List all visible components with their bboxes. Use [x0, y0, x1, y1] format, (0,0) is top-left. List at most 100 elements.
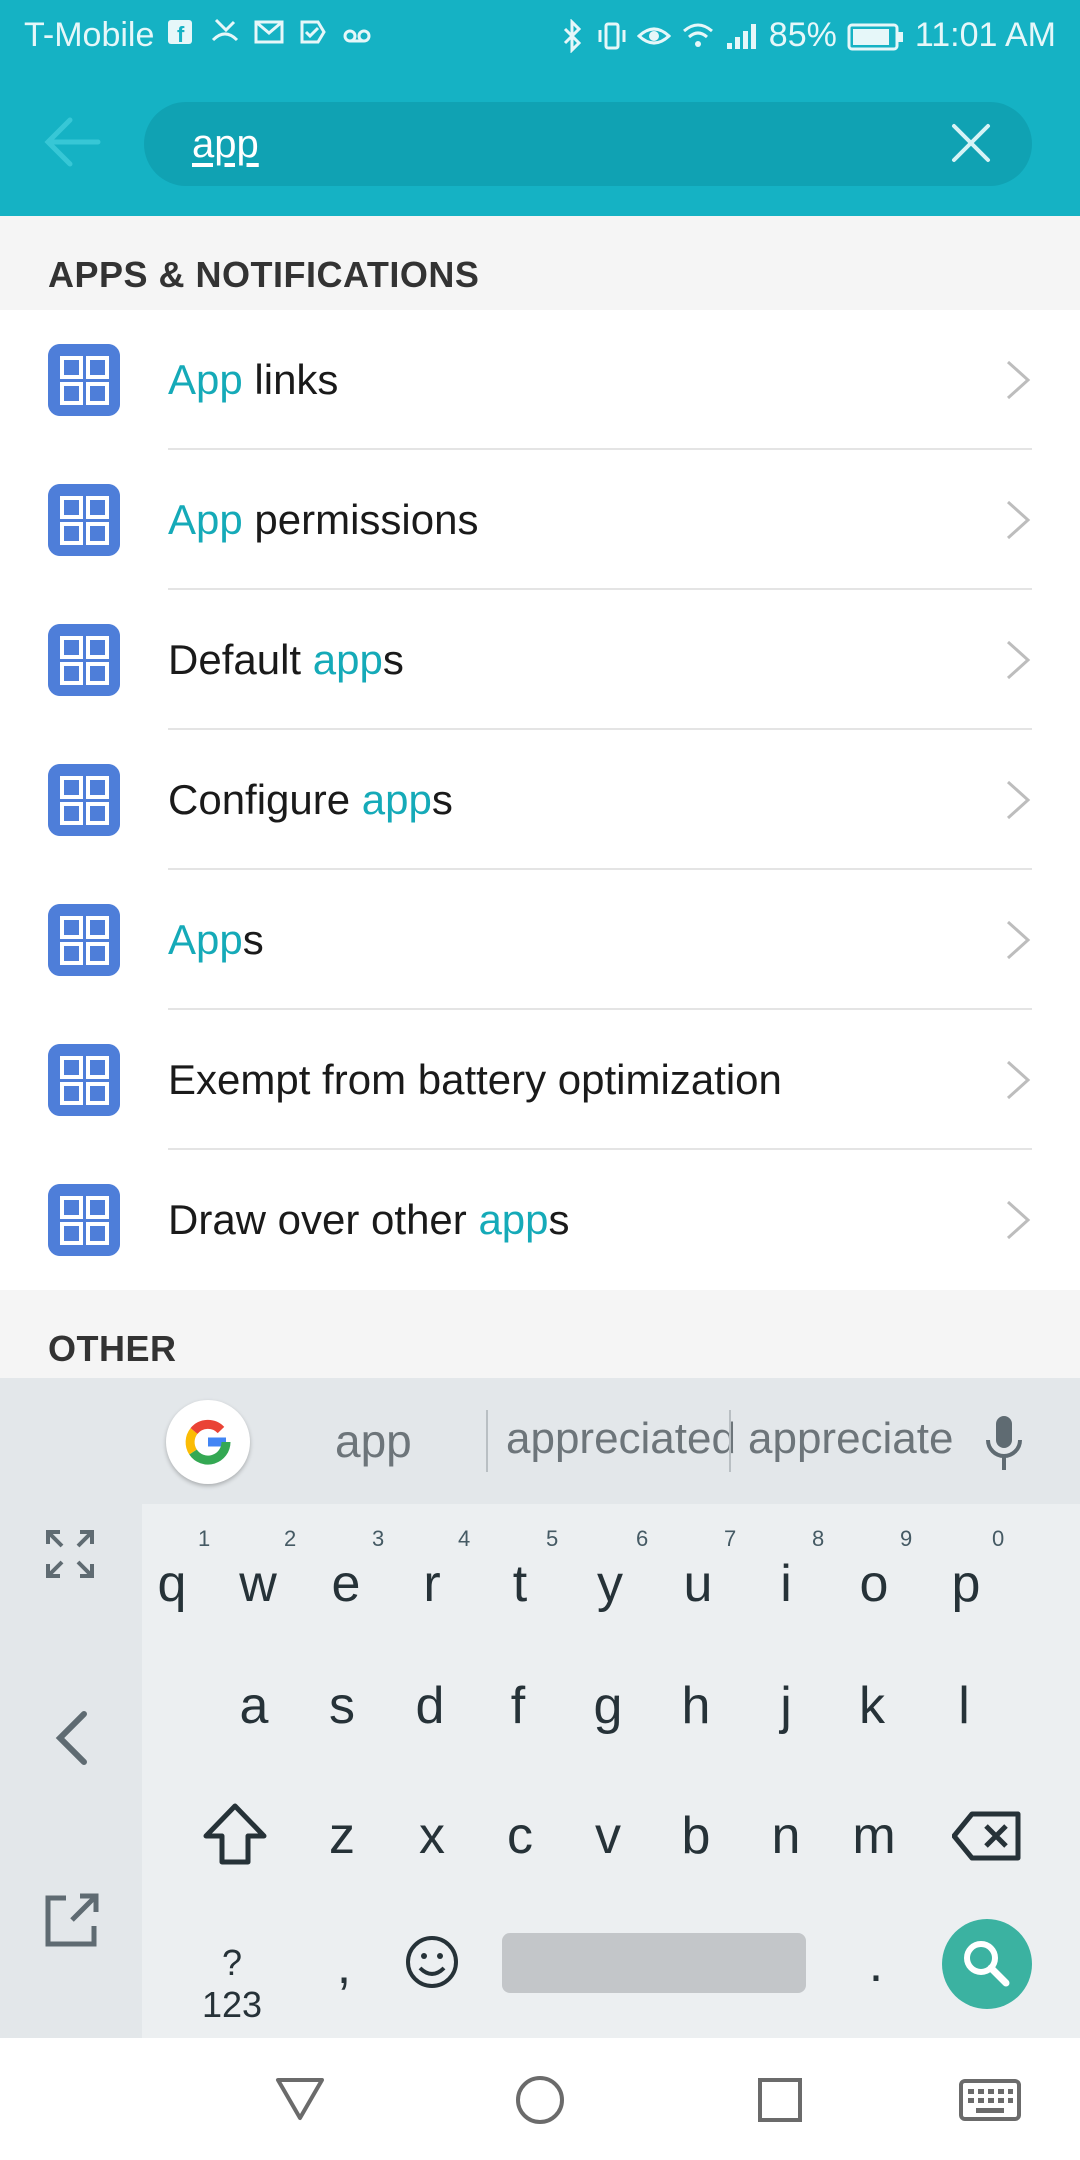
microphone-icon[interactable]	[984, 1414, 1024, 1472]
apps-grid-icon	[48, 1184, 120, 1256]
suggestion-1[interactable]: app	[335, 1414, 412, 1468]
key-number-hint: 9	[900, 1526, 913, 1551]
emoji-icon[interactable]	[404, 1934, 460, 1990]
result-label: Draw over other apps	[168, 1196, 570, 1243]
keyboard: app appreciated appreciate ?123 , . q 1w 2…	[0, 1378, 1080, 2038]
key-o[interactable]: o	[834, 1554, 914, 1614]
shift-key-icon[interactable]	[200, 1802, 270, 1866]
key-i[interactable]: i	[746, 1554, 826, 1614]
comma-key[interactable]: ,	[304, 1936, 384, 1996]
result-item[interactable]: Exempt from battery optimization	[0, 1010, 1080, 1150]
key-m[interactable]: m	[834, 1806, 914, 1866]
apps-grid-icon	[48, 484, 120, 556]
home-circle-icon[interactable]	[514, 2074, 566, 2126]
key-n[interactable]: n	[746, 1806, 826, 1866]
result-item[interactable]: Draw over other apps	[0, 1150, 1080, 1290]
chevron-right-icon	[1006, 640, 1031, 680]
key-d[interactable]: d	[390, 1676, 470, 1736]
battery-icon	[847, 23, 903, 50]
search-key[interactable]	[942, 1919, 1032, 2009]
system-status: 85% 11:01 AM	[557, 16, 1056, 55]
result-item[interactable]: Apps	[0, 870, 1080, 1010]
app-bar: T-Mobile f 85% 11:01 AM app	[0, 0, 1080, 216]
suggestion-divider	[486, 1410, 488, 1472]
chevron-right-icon	[1006, 920, 1031, 960]
notification-icons: f	[166, 14, 372, 48]
back-triangle-icon[interactable]	[274, 2074, 326, 2122]
status-bar: T-Mobile f 85% 11:01 AM	[0, 0, 1080, 72]
chevron-right-icon	[1006, 780, 1031, 820]
keyboard-icon[interactable]	[958, 2078, 1022, 2122]
result-item[interactable]: App links	[0, 310, 1080, 450]
google-logo-icon[interactable]	[166, 1400, 250, 1484]
result-label: Default apps	[168, 636, 404, 683]
result-item[interactable]: Configure apps	[0, 730, 1080, 870]
vibrate-icon	[598, 22, 626, 49]
missed-call-icon	[211, 18, 239, 42]
key-l[interactable]: l	[924, 1676, 1004, 1736]
bluetooth-icon	[563, 18, 581, 53]
apps-grid-icon	[48, 624, 120, 696]
clock: 11:01 AM	[914, 16, 1056, 54]
keyboard-side-panel	[0, 1378, 142, 2038]
backspace-icon[interactable]	[952, 1810, 1022, 1862]
result-item[interactable]: Default apps	[0, 590, 1080, 730]
key-e[interactable]: e	[306, 1554, 386, 1614]
key-w[interactable]: w	[218, 1554, 298, 1614]
key-f[interactable]: f	[478, 1676, 558, 1736]
suggestion-strip: app appreciated appreciate	[142, 1378, 1080, 1504]
apps-grid-icon	[48, 764, 120, 836]
key-number-hint: 3	[372, 1526, 385, 1551]
suggestion-divider	[729, 1410, 731, 1472]
search-input[interactable]: app	[192, 122, 259, 167]
apps-grid-icon	[48, 904, 120, 976]
chevron-right-icon	[1006, 360, 1031, 400]
voicemail-icon	[343, 29, 371, 43]
recents-square-icon[interactable]	[756, 2076, 804, 2124]
key-a[interactable]: a	[214, 1676, 294, 1736]
key-s[interactable]: s	[302, 1676, 382, 1736]
result-label: Exempt from battery optimization	[168, 1056, 782, 1103]
result-item[interactable]: App permissions	[0, 450, 1080, 590]
chevron-right-icon	[1006, 1060, 1031, 1100]
navigation-bar	[0, 2038, 1080, 2160]
float-keyboard-icon[interactable]	[42, 1890, 102, 1950]
key-u[interactable]: u	[658, 1554, 738, 1614]
carrier-label: T-Mobile	[24, 16, 155, 54]
key-b[interactable]: b	[656, 1806, 736, 1866]
key-number-hint: 6	[636, 1526, 649, 1551]
section-header-other: OTHER	[48, 1328, 177, 1369]
apps-grid-icon	[48, 344, 120, 416]
close-icon[interactable]	[948, 120, 994, 166]
key-g[interactable]: g	[568, 1676, 648, 1736]
space-key[interactable]	[502, 1933, 806, 1993]
expand-icon[interactable]	[44, 1528, 96, 1580]
key-c[interactable]: c	[480, 1806, 560, 1866]
result-label: Apps	[168, 916, 264, 963]
search-field[interactable]: app	[144, 102, 1032, 186]
gmail-icon	[254, 20, 284, 44]
suggestion-2[interactable]: appreciated	[506, 1414, 736, 1464]
period-key[interactable]: .	[836, 1934, 916, 1994]
chevron-left-icon[interactable]	[52, 1710, 92, 1766]
key-h[interactable]: h	[656, 1676, 736, 1736]
key-k[interactable]: k	[832, 1676, 912, 1736]
key-r[interactable]: r	[392, 1554, 472, 1614]
search-icon	[964, 1941, 1010, 1987]
key-z[interactable]: z	[302, 1806, 382, 1866]
suggestion-3[interactable]: appreciate	[748, 1414, 953, 1464]
svg-text:f: f	[177, 22, 185, 47]
check-icon	[300, 20, 326, 44]
chevron-right-icon	[1006, 1200, 1031, 1240]
back-arrow-icon[interactable]	[38, 112, 106, 172]
key-y[interactable]: y	[570, 1554, 650, 1614]
result-label: Configure apps	[168, 776, 453, 823]
key-j[interactable]: j	[746, 1676, 826, 1736]
key-p[interactable]: p	[926, 1554, 1006, 1614]
key-x[interactable]: x	[392, 1806, 472, 1866]
symbols-key[interactable]: ?123	[192, 1942, 272, 2026]
key-t[interactable]: t	[480, 1554, 560, 1614]
key-v[interactable]: v	[568, 1806, 648, 1866]
key-q[interactable]: q	[132, 1554, 212, 1614]
chevron-right-icon	[1006, 500, 1031, 540]
